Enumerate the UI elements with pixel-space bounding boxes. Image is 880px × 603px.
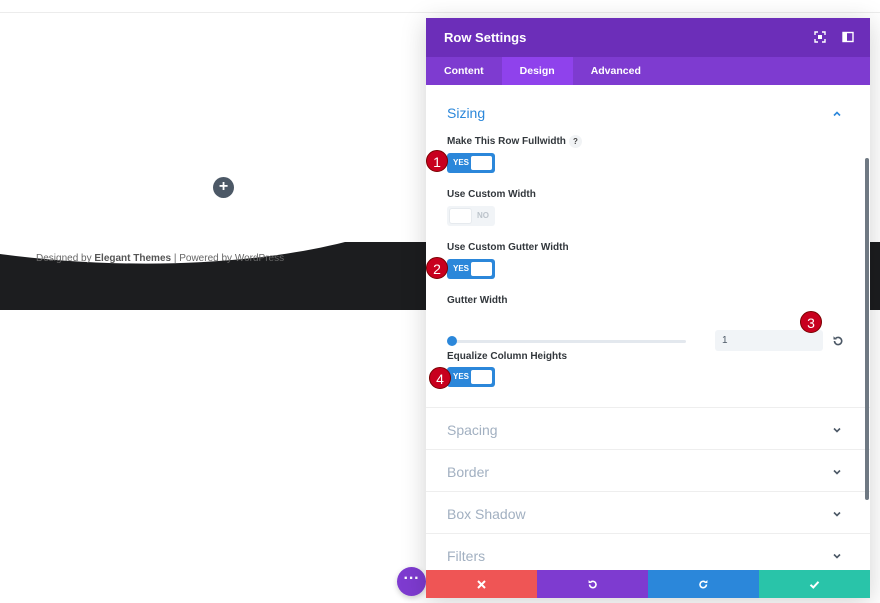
- plus-icon: +: [218, 178, 229, 195]
- box-shadow-section-title: Box Shadow: [447, 506, 526, 522]
- border-section-title: Border: [447, 464, 490, 480]
- filters-section[interactable]: Filters: [426, 534, 870, 570]
- chevron-down-icon: [833, 511, 841, 517]
- ellipsis-icon: ···: [403, 570, 420, 587]
- filters-section-title: Filters: [447, 548, 486, 564]
- redo-button[interactable]: [648, 570, 759, 598]
- gutter-width-slider-track[interactable]: [452, 340, 686, 343]
- gutter-width-input[interactable]: [715, 330, 823, 351]
- settings-tabs: Content Design Advanced: [426, 57, 870, 85]
- save-button[interactable]: [759, 570, 870, 598]
- toggle-state-label: YES: [453, 264, 470, 273]
- footer-suffix: | Powered by WordPress: [171, 253, 285, 264]
- spacing-section-title: Spacing: [447, 422, 498, 438]
- custom-gutter-label: Use Custom Gutter Width: [447, 242, 569, 253]
- toggle-state-label: YES: [453, 158, 470, 167]
- gutter-width-slider-handle[interactable]: [447, 336, 457, 346]
- annotation-badge-1: 1: [426, 150, 448, 172]
- footer-brand-link[interactable]: Elegant Themes: [94, 253, 171, 264]
- undo-icon: [588, 579, 597, 588]
- top-divider: [0, 12, 880, 13]
- fullwidth-label: Make This Row Fullwidth: [447, 136, 566, 147]
- toggle-knob: [471, 370, 492, 384]
- sizing-section: Sizing Make This Row Fullwidth ? YES Use…: [426, 85, 870, 408]
- custom-width-toggle[interactable]: NO: [447, 206, 495, 226]
- annotation-badge-2: 2: [426, 257, 448, 279]
- sidebar-layout-icon[interactable]: [842, 31, 854, 43]
- tab-design[interactable]: Design: [501, 57, 573, 85]
- custom-gutter-toggle[interactable]: YES: [447, 259, 495, 279]
- toggle-state-label: NO: [477, 211, 489, 220]
- chevron-down-icon: [833, 553, 841, 559]
- fullwidth-toggle[interactable]: YES: [447, 153, 495, 173]
- undo-button[interactable]: [537, 570, 648, 598]
- modal-footer-actions: [426, 570, 870, 598]
- toggle-knob: [471, 156, 492, 170]
- gutter-width-label: Gutter Width: [447, 295, 508, 306]
- equalize-columns-toggle[interactable]: YES: [447, 367, 495, 387]
- reset-icon[interactable]: [832, 335, 844, 347]
- settings-scrollbar[interactable]: [865, 158, 869, 500]
- toggle-state-label: YES: [453, 372, 470, 381]
- box-shadow-section[interactable]: Box Shadow: [426, 492, 870, 534]
- toggle-knob: [450, 209, 471, 223]
- chevron-down-icon: [833, 469, 841, 475]
- equalize-columns-label: Equalize Column Heights: [447, 351, 568, 362]
- close-icon: [477, 579, 486, 589]
- border-section[interactable]: Border: [426, 450, 870, 492]
- chevron-down-icon: [833, 427, 841, 433]
- tab-advanced[interactable]: Advanced: [573, 57, 659, 85]
- chevron-up-icon[interactable]: [832, 109, 842, 119]
- fullscreen-icon[interactable]: [814, 31, 826, 43]
- spacing-section[interactable]: Spacing: [426, 408, 870, 450]
- help-icon[interactable]: ?: [569, 135, 582, 148]
- toggle-knob: [471, 262, 492, 276]
- row-settings-modal: Row Settings Content Design Advanced Siz…: [426, 18, 870, 598]
- check-icon: [809, 580, 820, 589]
- page-settings-button[interactable]: ···: [397, 567, 426, 596]
- annotation-badge-4: 4: [429, 367, 451, 389]
- sizing-section-title[interactable]: Sizing: [447, 105, 485, 121]
- page: + Designed by Elegant Themes | Powered b…: [0, 0, 880, 603]
- footer-credits: Designed by Elegant Themes | Powered by …: [36, 253, 284, 264]
- redo-icon: [699, 579, 708, 588]
- modal-header[interactable]: Row Settings: [426, 18, 870, 57]
- tab-content[interactable]: Content: [426, 57, 502, 85]
- footer-prefix: Designed by: [36, 253, 95, 264]
- modal-title: Row Settings: [444, 30, 527, 45]
- custom-width-label: Use Custom Width: [447, 189, 536, 200]
- annotation-badge-3: 3: [800, 311, 822, 333]
- add-module-button[interactable]: +: [213, 177, 234, 198]
- discard-button[interactable]: [426, 570, 537, 598]
